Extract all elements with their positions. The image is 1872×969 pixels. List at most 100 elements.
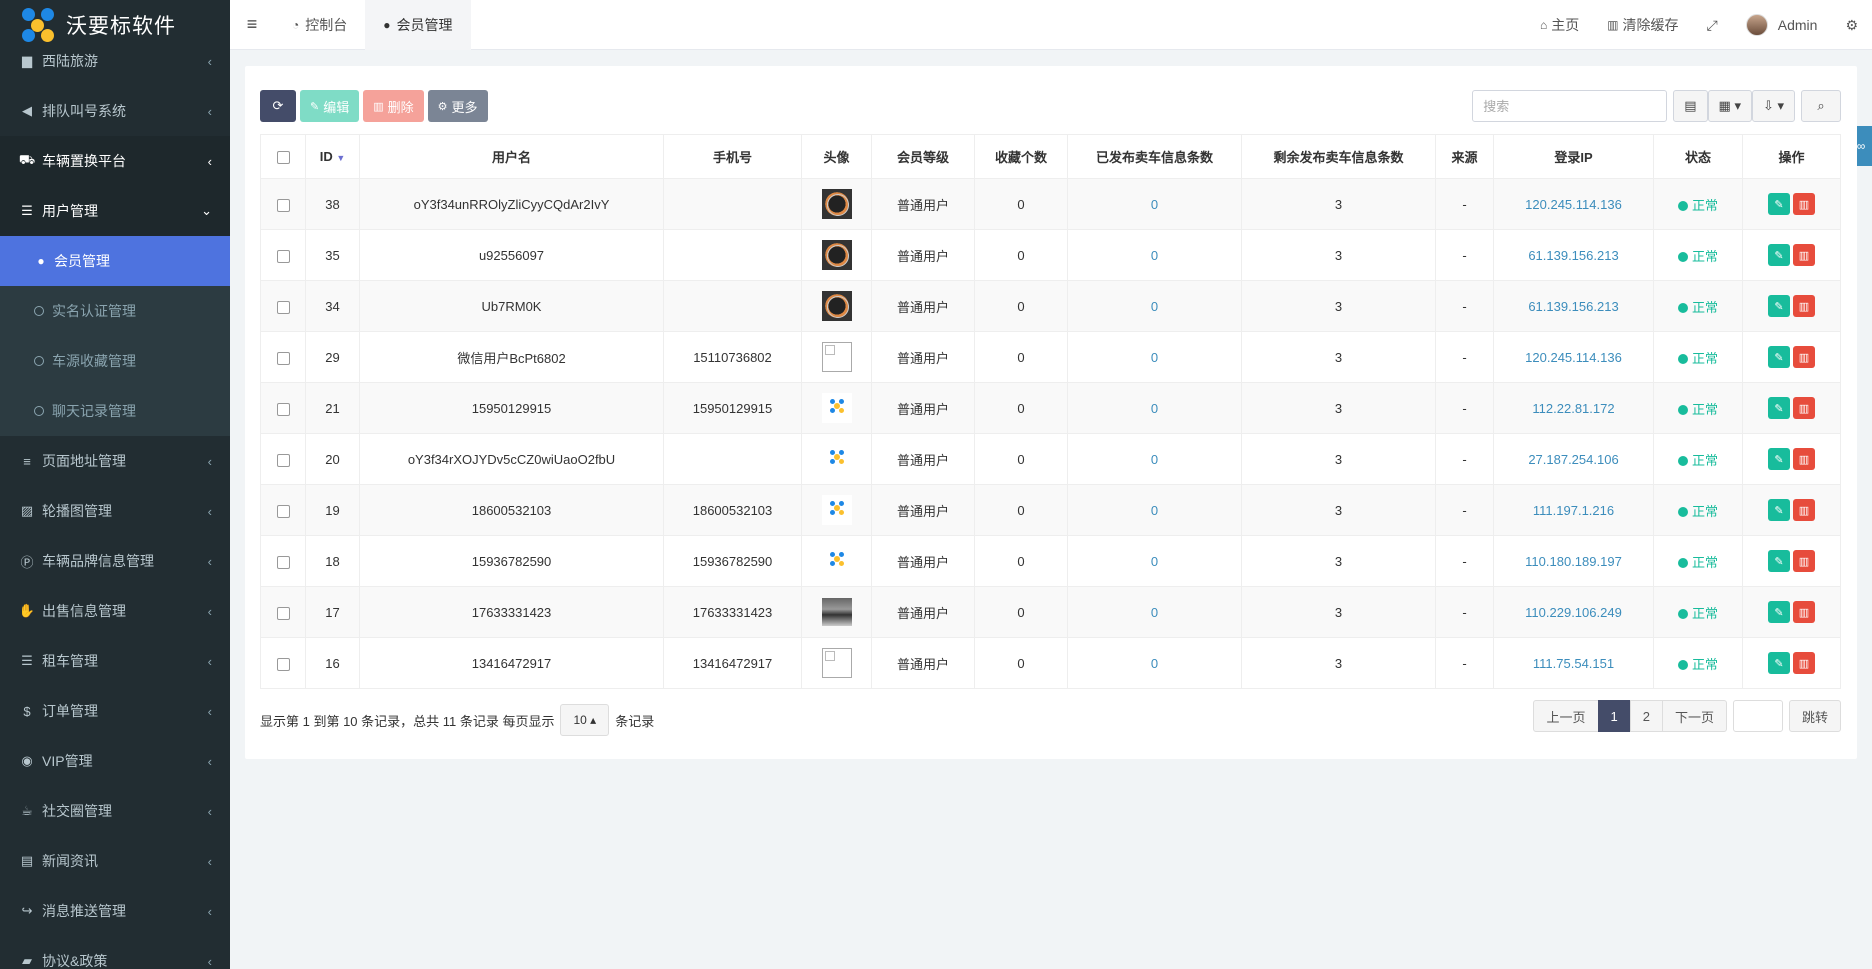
row-checkbox[interactable] (276, 300, 290, 314)
cell-published[interactable]: 0 (1067, 484, 1242, 536)
row-delete-button[interactable]: ▥ (1793, 193, 1815, 215)
row-edit-button[interactable]: ✎ (1768, 448, 1790, 470)
row-delete-button[interactable]: ▥ (1793, 346, 1815, 368)
sidebar-item-sales[interactable]: ✋ 出售信息管理 ‹ (0, 586, 230, 636)
cell-login-ip[interactable]: 120.245.114.136 (1493, 178, 1654, 230)
cell-published[interactable]: 0 (1067, 280, 1242, 332)
cell-status[interactable]: 正常 (1653, 280, 1743, 332)
avatar-image[interactable] (821, 342, 852, 372)
prev-page-button[interactable]: 上一页 (1533, 700, 1599, 732)
cell-login-ip[interactable]: 120.245.114.136 (1493, 331, 1654, 383)
row-edit-button[interactable]: ✎ (1768, 244, 1790, 266)
table-row[interactable]: 17 17633331423 17633331423 普通用户 0 0 3-110.229.… (260, 586, 1841, 638)
cell-published[interactable]: 0 (1067, 433, 1242, 485)
sidebar-item-push[interactable]: ↪ 消息推送管理 ‹ (0, 886, 230, 936)
row-checkbox[interactable] (276, 657, 290, 671)
cell-published[interactable]: 0 (1067, 331, 1242, 383)
cell-status[interactable]: 正常 (1653, 637, 1743, 689)
cell-login-ip[interactable]: 110.180.189.197 (1493, 535, 1654, 587)
cell-status[interactable]: 正常 (1653, 535, 1743, 587)
next-page-button[interactable]: 下一页 (1661, 700, 1727, 732)
cell-login-ip[interactable]: 111.75.54.151 (1493, 637, 1654, 689)
sidebar-item-policy[interactable]: ▰ 协议&政策 ‹ (0, 936, 230, 969)
row-checkbox[interactable] (276, 504, 290, 518)
cell-published[interactable]: 0 (1067, 178, 1242, 230)
cell-status[interactable]: 正常 (1653, 178, 1743, 230)
row-edit-button[interactable]: ✎ (1768, 193, 1790, 215)
table-row[interactable]: 38 oY3f34unRROlyZliCyyCQdAr2IvY 普通用户 0 0 3-12… (260, 178, 1841, 230)
table-row[interactable]: 20 oY3f34rXOJYDv5cCZ0wiUaoO2fbU 普通用户 0 0 3-27… (260, 433, 1841, 485)
sidebar-item-carousel[interactable]: ▨ 轮播图管理 ‹ (0, 486, 230, 536)
sidebar-subitem-members[interactable]: ● 会员管理 (0, 236, 230, 286)
jump-button[interactable]: 跳转 (1788, 700, 1841, 732)
avatar-image[interactable] (821, 240, 852, 270)
sidebar-item-orders[interactable]: $ 订单管理 ‹ (0, 686, 230, 736)
avatar-image[interactable] (821, 598, 852, 626)
row-edit-button[interactable]: ✎ (1768, 346, 1790, 368)
cell-login-ip[interactable]: 110.229.106.249 (1493, 586, 1654, 638)
menu-toggle-icon[interactable]: ≡ (230, 14, 274, 35)
sidebar-item-pages[interactable]: ≡ 页面地址管理 ‹ (0, 436, 230, 486)
row-edit-button[interactable]: ✎ (1768, 295, 1790, 317)
sidebar-item-queue[interactable]: ◀ 排队叫号系统 ‹ (0, 86, 230, 136)
table-row[interactable]: 21 15950129915 15950129915 普通用户 0 0 3-112.22.8… (260, 382, 1841, 434)
row-checkbox[interactable] (276, 402, 290, 416)
table-row[interactable]: 18 15936782590 15936782590 普通用户 0 0 3-110.180.… (260, 535, 1841, 587)
avatar-image[interactable] (821, 648, 852, 678)
avatar-image[interactable] (821, 546, 852, 576)
row-delete-button[interactable]: ▥ (1793, 397, 1815, 419)
settings-icon[interactable]: ⚙ (1831, 17, 1872, 34)
row-edit-button[interactable]: ✎ (1768, 601, 1790, 623)
sidebar-item-car-platform[interactable]: ⛟ 车辆置换平台 ‹ (0, 136, 230, 186)
sidebar-item-vip[interactable]: ◉ VIP管理 ‹ (0, 736, 230, 786)
cell-published[interactable]: 0 (1067, 637, 1242, 689)
page-size-select[interactable]: 10 ▴ (560, 704, 610, 736)
row-checkbox[interactable] (276, 555, 290, 569)
toggle-view-button[interactable]: ▤ (1673, 90, 1708, 122)
cell-status[interactable]: 正常 (1653, 433, 1743, 485)
avatar-image[interactable] (821, 495, 852, 525)
fullscreen-icon[interactable]: ⤢ (1693, 17, 1732, 34)
page-1-button[interactable]: 1 (1597, 700, 1631, 732)
cell-login-ip[interactable]: 61.139.156.213 (1493, 280, 1654, 332)
row-checkbox[interactable] (276, 351, 290, 365)
more-button[interactable]: ⚙ 更多 (427, 90, 488, 122)
user-menu[interactable]: Admin (1732, 14, 1832, 36)
row-edit-button[interactable]: ✎ (1768, 550, 1790, 572)
export-button[interactable]: ⇩ ▾ (1751, 90, 1795, 122)
row-checkbox[interactable] (276, 198, 290, 212)
cell-status[interactable]: 正常 (1653, 229, 1743, 281)
sidebar-subitem-favorites[interactable]: 车源收藏管理 (0, 336, 230, 386)
table-row[interactable]: 16 13416472917 13416472917 普通用户 0 0 3-111.75.5… (260, 637, 1841, 689)
row-delete-button[interactable]: ▥ (1793, 601, 1815, 623)
cell-published[interactable]: 0 (1067, 382, 1242, 434)
search-input[interactable] (1472, 90, 1668, 122)
avatar-image[interactable] (821, 189, 852, 219)
delete-button[interactable]: ▥ 删除 (363, 90, 424, 122)
cell-published[interactable]: 0 (1067, 586, 1242, 638)
row-checkbox[interactable] (276, 606, 290, 620)
table-row[interactable]: 34 Ub7RM0K 普通用户 0 0 3-61.139.156.213 正常 ✎ ▥ (260, 280, 1841, 332)
jump-page-input[interactable] (1732, 700, 1783, 732)
clear-cache-button[interactable]: ▥ 清除缓存 (1593, 15, 1692, 35)
row-checkbox[interactable] (276, 453, 290, 467)
row-delete-button[interactable]: ▥ (1793, 499, 1815, 521)
row-edit-button[interactable]: ✎ (1768, 397, 1790, 419)
row-delete-button[interactable]: ▥ (1793, 244, 1815, 266)
tab-dashboard[interactable]: ◔ 控制台 (274, 0, 365, 50)
sidebar-item-social[interactable]: ☕ 社交圈管理 ‹ (0, 786, 230, 836)
home-link[interactable]: ⌂ 主页 (1526, 15, 1593, 35)
cell-published[interactable]: 0 (1067, 535, 1242, 587)
row-edit-button[interactable]: ✎ (1768, 499, 1790, 521)
row-checkbox[interactable] (276, 249, 290, 263)
edit-button[interactable]: ✎ 编辑 (300, 90, 360, 122)
sidebar-subitem-chat[interactable]: 聊天记录管理 (0, 386, 230, 436)
page-2-button[interactable]: 2 (1629, 700, 1663, 732)
sidebar-item-news[interactable]: ▤ 新闻资讯 ‹ (0, 836, 230, 886)
refresh-button[interactable]: ⟳ (260, 90, 296, 122)
cell-status[interactable]: 正常 (1653, 331, 1743, 383)
cell-status[interactable]: 正常 (1653, 586, 1743, 638)
sidebar-subitem-verification[interactable]: 实名认证管理 (0, 286, 230, 336)
cell-status[interactable]: 正常 (1653, 484, 1743, 536)
cell-status[interactable]: 正常 (1653, 382, 1743, 434)
